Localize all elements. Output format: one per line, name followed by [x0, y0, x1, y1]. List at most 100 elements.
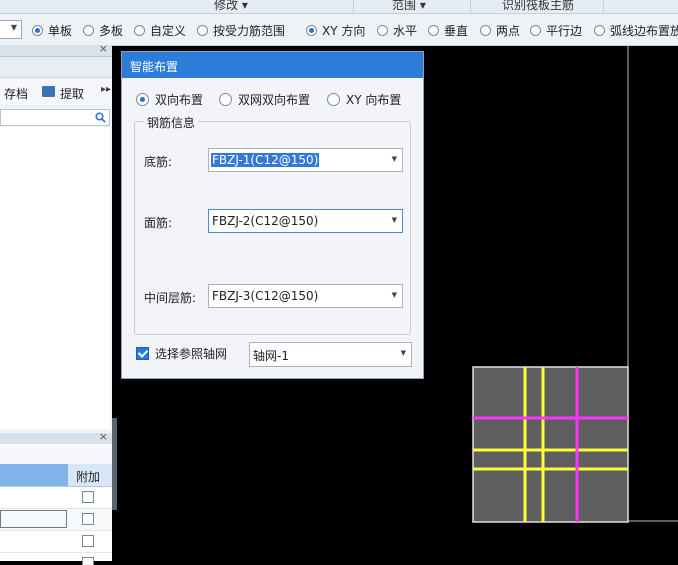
radio-icon[interactable] — [327, 93, 340, 106]
radio-icon[interactable] — [377, 24, 388, 36]
option-label: 按受力筋范围 — [213, 23, 286, 38]
option-custom[interactable]: 自定义 — [134, 22, 186, 38]
smart-placement-dialog: 智能布置 双向布置 双网双向布置 XY 向布置 钢筋信息 底筋: FBZJ-1(… — [121, 51, 424, 379]
option-arc-edge[interactable]: 弧线边布置放 — [594, 22, 678, 38]
option-label: 水平 — [393, 23, 418, 38]
close-icon[interactable]: × — [99, 430, 108, 443]
chevron-down-icon[interactable]: ▼ — [392, 155, 397, 163]
close-icon[interactable]: × — [99, 42, 108, 55]
option-vertical[interactable]: 垂直 — [428, 22, 468, 38]
bottom-rebar-value: FBZJ-1(C12@150) — [211, 153, 320, 167]
chevron-down-icon[interactable]: ▼ — [401, 349, 406, 357]
radio-icon[interactable] — [219, 93, 232, 106]
top-rebar-value: FBZJ-2(C12@150) — [212, 214, 319, 228]
table-cell[interactable] — [0, 532, 67, 550]
table-row[interactable] — [0, 487, 112, 509]
option-parallel-edge[interactable]: 平行边 — [530, 22, 582, 38]
extra-checkbox[interactable] — [82, 557, 94, 565]
extra-checkbox[interactable] — [82, 513, 94, 525]
ref-axis-value: 轴网-1 — [253, 349, 289, 363]
extract-button[interactable]: 提取 — [60, 85, 84, 102]
option-single-slab[interactable]: 单板 — [32, 22, 72, 38]
table-row[interactable] — [0, 531, 112, 553]
radio-icon[interactable] — [134, 24, 145, 36]
radio-icon[interactable] — [197, 24, 208, 36]
modify-group-label[interactable]: 修改 ▾ — [214, 0, 248, 13]
option-bar-dropdown[interactable]: ▼ — [0, 20, 22, 39]
ref-axis-label: 选择参照轴网 — [155, 347, 228, 361]
chevron-down-icon[interactable]: ▼ — [392, 216, 397, 224]
rebar-info-title: 钢筋信息 — [144, 114, 199, 131]
option-by-force-rebar-range[interactable]: 按受力筋范围 — [197, 22, 285, 38]
tree-list[interactable] — [0, 127, 110, 429]
left-panel: × 存档 提取 ▸▸ × 附加 — [0, 42, 112, 565]
option-label: 多板 — [99, 23, 124, 38]
middle-rebar-select[interactable]: FBZJ-3(C12@150) ▼ — [208, 284, 403, 308]
ribbon-group-strip: 修改 ▾ 范围 ▾ 识别筏板主筋 — [0, 0, 678, 14]
mode-label: 双向布置 — [155, 93, 204, 107]
radio-icon[interactable] — [428, 24, 439, 36]
mode-bidirectional[interactable]: 双向布置 — [136, 91, 203, 108]
chevron-down-icon[interactable]: ▼ — [392, 291, 397, 299]
option-label: 弧线边布置放 — [610, 23, 678, 38]
option-label: 平行边 — [546, 23, 583, 38]
dialog-title-bar[interactable]: 智能布置 — [122, 52, 423, 78]
table-header: 附加 — [0, 464, 112, 487]
mode-xy-direction[interactable]: XY 向布置 — [327, 91, 401, 108]
table-cell[interactable] — [0, 488, 67, 506]
option-two-points[interactable]: 两点 — [480, 22, 520, 38]
mode-label: XY 向布置 — [346, 93, 402, 107]
ribbon-separator — [470, 0, 471, 13]
raft-slab[interactable] — [472, 366, 629, 523]
panel-toolbar: 存档 提取 ▸▸ — [0, 79, 112, 105]
recognize-group-label[interactable]: 识别筏板主筋 — [502, 0, 574, 13]
table-row[interactable] — [0, 553, 112, 565]
option-multi-slab[interactable]: 多板 — [83, 22, 123, 38]
top-rebar-select[interactable]: FBZJ-2(C12@150) ▼ — [208, 209, 403, 233]
mode-label: 双网双向布置 — [238, 93, 311, 107]
ref-axis-checkbox[interactable] — [136, 347, 149, 360]
radio-icon[interactable] — [306, 24, 317, 36]
option-label: 两点 — [496, 23, 521, 38]
middle-rebar-label: 中间层筋: — [144, 291, 197, 305]
top-rebar-label: 面筋: — [144, 216, 173, 230]
ribbon-separator — [603, 0, 604, 13]
panel-tab-strip — [0, 57, 112, 78]
header-cell-extra: 附加 — [76, 470, 101, 484]
option-horizontal[interactable]: 水平 — [377, 22, 417, 38]
radio-icon[interactable] — [136, 93, 149, 106]
header-cell-name — [0, 464, 68, 486]
extra-checkbox[interactable] — [82, 491, 94, 503]
option-xy-direction[interactable]: XY 方向 — [306, 22, 365, 38]
more-icon[interactable]: ▸▸ — [101, 84, 111, 95]
radio-icon[interactable] — [594, 24, 605, 36]
chevron-down-icon: ▼ — [10, 23, 17, 32]
bottom-rebar-select[interactable]: FBZJ-1(C12@150) ▼ — [208, 148, 403, 172]
table-row[interactable] — [0, 509, 112, 531]
save-button[interactable]: 存档 — [4, 85, 28, 102]
dialog-title: 智能布置 — [130, 60, 179, 74]
range-group-label[interactable]: 范围 ▾ — [392, 0, 426, 13]
radio-icon[interactable] — [83, 24, 94, 36]
radio-icon[interactable] — [32, 24, 43, 36]
option-label: 垂直 — [444, 23, 469, 38]
ref-axis-option[interactable]: 选择参照轴网 — [136, 345, 227, 362]
search-icon[interactable] — [95, 112, 106, 123]
option-label: XY 方向 — [322, 23, 366, 38]
search-input[interactable] — [0, 109, 110, 126]
radio-icon[interactable] — [530, 24, 541, 36]
panel-header: × — [0, 42, 112, 57]
table-toolbar — [0, 444, 112, 464]
bottom-rebar-label: 底筋: — [144, 155, 173, 169]
option-label: 自定义 — [150, 23, 187, 38]
extra-checkbox[interactable] — [82, 535, 94, 547]
mode-double-mesh-bidirectional[interactable]: 双网双向布置 — [219, 91, 310, 108]
radio-icon[interactable] — [480, 24, 491, 36]
table-cell-editing[interactable] — [0, 510, 67, 528]
option-label: 单板 — [48, 23, 73, 38]
properties-table: 附加 — [0, 444, 112, 565]
ribbon-separator — [353, 0, 354, 13]
ref-axis-select[interactable]: 轴网-1 ▼ — [249, 342, 412, 367]
middle-rebar-value: FBZJ-3(C12@150) — [212, 289, 319, 303]
extract-icon[interactable] — [42, 86, 55, 97]
